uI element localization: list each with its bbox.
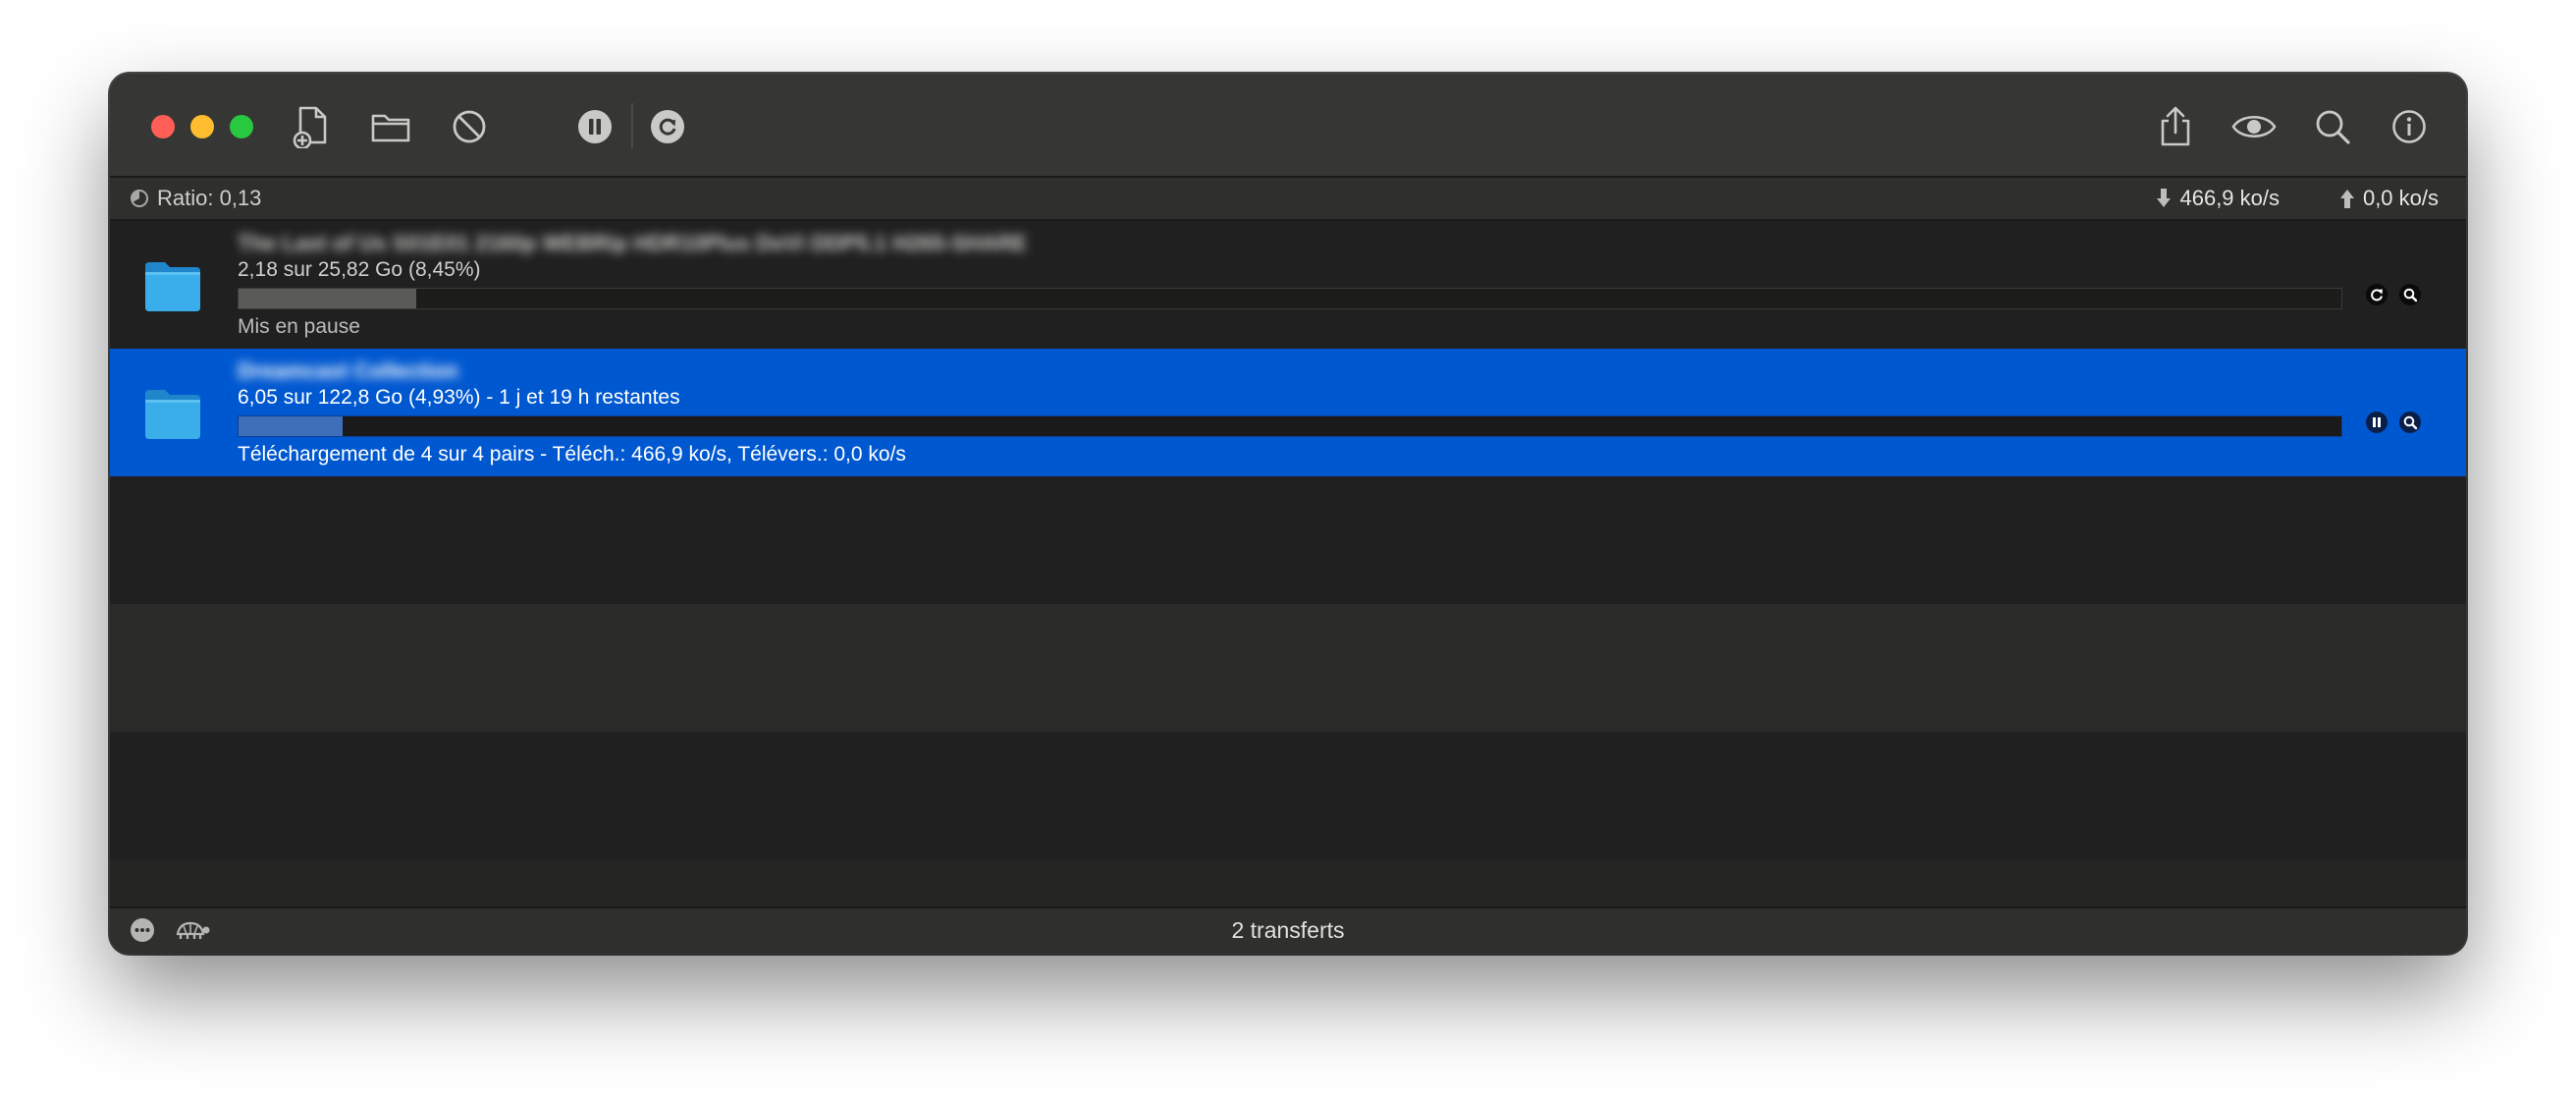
reveal-transfer-button[interactable] — [2399, 284, 2421, 305]
share-button[interactable] — [2152, 103, 2199, 150]
folder-icon — [145, 390, 200, 439]
prohibited-icon — [453, 110, 486, 143]
transfer-count: 2 transferts — [1231, 917, 1345, 943]
arrow-up-icon — [2339, 190, 2354, 208]
upload-rate-text: 0,0 ko/s — [2362, 186, 2439, 210]
stats-bar: Ratio: 0,13 466,9 ko/s 0,0 ko/s — [110, 178, 2466, 221]
search-icon — [2316, 110, 2350, 144]
pause-transfer-button[interactable] — [2366, 412, 2388, 433]
reveal-transfer-button[interactable] — [2399, 412, 2421, 433]
create-torrent-button[interactable] — [289, 103, 336, 150]
ratio-pie-icon — [131, 190, 148, 207]
resume-all-button[interactable] — [644, 103, 691, 150]
progress-bar — [238, 415, 2342, 437]
total-upload-rate: 0,0 ko/s — [2339, 186, 2439, 211]
status-bar: 2 transferts — [110, 907, 2466, 954]
toolbar — [110, 74, 2466, 178]
progress-fill — [239, 289, 416, 308]
zoom-window-button[interactable] — [230, 115, 253, 138]
filter-search-button[interactable] — [2309, 103, 2356, 150]
magnifier-icon — [2403, 415, 2418, 430]
empty-row — [110, 732, 2466, 859]
download-rate-text: 466,9 ko/s — [2179, 186, 2280, 210]
pause-circle-icon — [578, 110, 612, 143]
toolbar-separator — [631, 103, 633, 148]
transfer-list: The Last of Us S01E01 2160p WEBRip HDR10… — [110, 221, 2466, 954]
magnifier-icon — [2403, 288, 2418, 302]
folder-icon — [371, 114, 410, 142]
transfer-status-text: Mis en pause — [238, 315, 360, 338]
pause-icon — [2373, 417, 2381, 427]
pause-all-button[interactable] — [571, 103, 618, 150]
folder-icon — [145, 262, 200, 311]
share-icon — [2161, 106, 2190, 146]
minimize-window-button[interactable] — [190, 115, 214, 138]
transfer-status-text: Téléchargement de 4 sur 4 pairs - Téléch… — [238, 443, 906, 466]
inspector-button[interactable] — [2386, 103, 2433, 150]
close-window-button[interactable] — [151, 115, 175, 138]
transfer-row-selected[interactable]: Dreamcast Collection 6,05 sur 122,8 Go (… — [110, 349, 2466, 476]
transfer-row[interactable]: The Last of Us S01E01 2160p WEBRip HDR10… — [110, 221, 2466, 349]
ratio-text: Ratio: 0,13 — [157, 186, 262, 210]
resume-transfer-button[interactable] — [2366, 284, 2388, 305]
new-document-icon — [293, 106, 327, 148]
eye-icon — [2231, 115, 2277, 138]
arrow-down-icon — [2157, 189, 2172, 207]
transfer-name: Dreamcast Collection — [238, 358, 458, 383]
empty-row — [110, 476, 2466, 604]
open-torrent-button[interactable] — [367, 103, 414, 150]
empty-row — [110, 604, 2466, 732]
transmission-window: Ratio: 0,13 466,9 ko/s 0,0 ko/s The Last… — [110, 74, 2466, 954]
ratio-display[interactable]: Ratio: 0,13 — [130, 186, 261, 211]
remove-torrent-button[interactable] — [446, 103, 493, 150]
transfer-progress-text: 2,18 sur 25,82 Go (8,45%) — [238, 258, 481, 281]
quick-look-button[interactable] — [2230, 103, 2278, 150]
refresh-circle-icon — [651, 110, 684, 143]
progress-fill — [239, 416, 343, 436]
transfer-progress-text: 6,05 sur 122,8 Go (4,93%) - 1 j et 19 h … — [238, 386, 680, 409]
info-icon — [2392, 110, 2426, 143]
progress-bar — [238, 288, 2342, 309]
transfer-name: The Last of Us S01E01 2160p WEBRip HDR10… — [238, 231, 1028, 255]
refresh-icon — [2371, 289, 2383, 302]
total-download-rate: 466,9 ko/s — [2156, 186, 2280, 211]
